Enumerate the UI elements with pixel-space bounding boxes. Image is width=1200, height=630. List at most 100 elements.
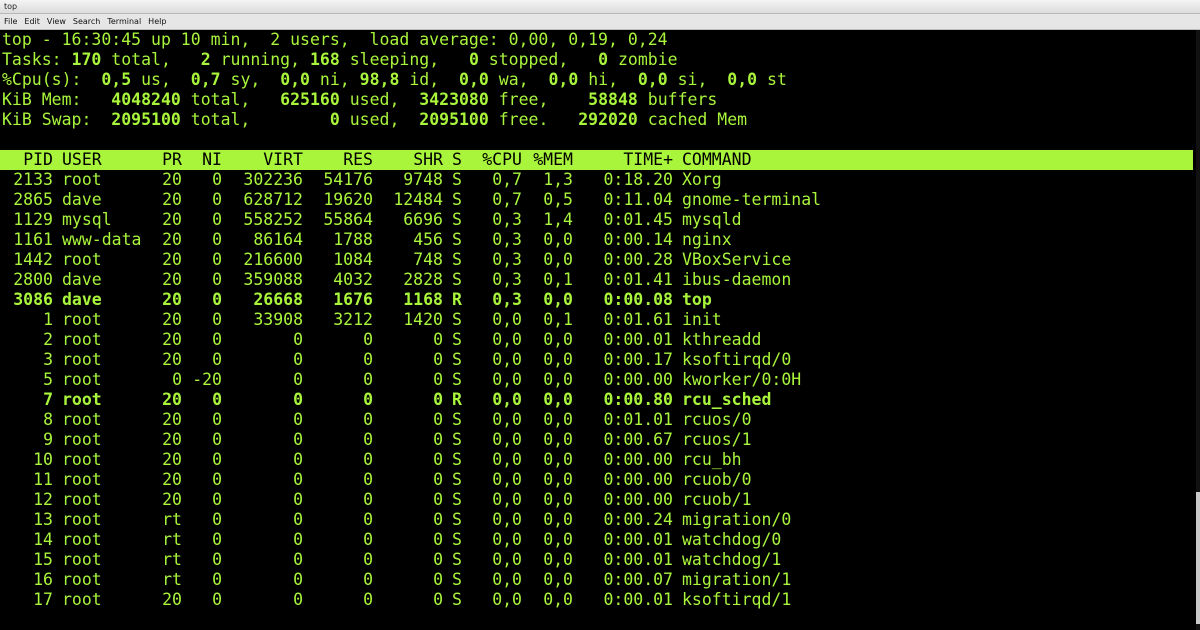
cell-pid: 5: [43, 370, 53, 389]
table-row: 5 root 0 -20 0 0 0 S 0,0 0,0 0:00.00 kworker/0:0H: [0, 370, 1193, 390]
table-row: 17 root 20 0 0 0 0 S 0,0 0,0 0:00.01 ksoftirqd/1: [0, 590, 1193, 610]
cell-cpu: 0,0: [492, 450, 522, 469]
cell-ni: 0: [212, 490, 222, 509]
cell-pid: 17: [33, 590, 53, 609]
cell-cpu: 0,0: [492, 390, 522, 409]
cell-user: root: [62, 370, 102, 389]
cell-time: 0:00.01: [603, 530, 673, 549]
cell-s: S: [452, 350, 462, 369]
cell-s: S: [452, 330, 462, 349]
cell-res: 3212: [333, 310, 373, 329]
summary-segment: 168: [309, 50, 340, 69]
cell-pr: 20: [162, 490, 182, 509]
summary-segment: 4048240: [111, 90, 181, 109]
cell-s: S: [452, 270, 462, 289]
window-title: top: [4, 2, 18, 11]
cell-res: 0: [363, 330, 373, 349]
column-header-virt: VIRT: [263, 150, 303, 169]
summary-segment: 0,0: [727, 70, 758, 89]
summary-segment: buffers: [637, 90, 718, 109]
menu-item-view[interactable]: View: [47, 17, 66, 26]
cell-time: 0:00.24: [603, 510, 673, 529]
cell-ni: 0: [212, 430, 222, 449]
cell-command: mysqld: [682, 210, 742, 229]
table-row: 16 root rt 0 0 0 0 S 0,0 0,0 0:00.07 migration/1: [0, 570, 1193, 590]
summary-segment: sy,: [220, 70, 281, 89]
menu-item-help[interactable]: Help: [148, 17, 166, 26]
cell-time: 0:00.00: [603, 470, 673, 489]
menu-item-file[interactable]: File: [4, 17, 17, 26]
cell-pr: 20: [162, 190, 182, 209]
table-row: 2800 dave 20 0 359088 4032 2828 S 0,3 0,1 0:01.41 i…: [0, 270, 1193, 290]
cell-cpu: 0,0: [492, 530, 522, 549]
summary-segment: 0,0: [459, 70, 489, 89]
menu-item-search[interactable]: Search: [73, 17, 100, 26]
cell-pid: 12: [33, 490, 53, 509]
cell-user: root: [62, 410, 102, 429]
cell-time: 0:00.80: [603, 390, 673, 409]
cell-ni: 0: [212, 330, 222, 349]
cell-time: 0:00.01: [603, 330, 673, 349]
cell-pid: 1: [43, 310, 53, 329]
cell-pr: 0: [172, 370, 182, 389]
column-header-s: S: [452, 150, 462, 169]
cell-res: 0: [363, 410, 373, 429]
summary-segment: 170: [71, 50, 102, 69]
cell-s: R: [452, 290, 462, 309]
cell-user: root: [62, 250, 102, 269]
cell-cpu: 0,3: [492, 290, 522, 309]
cell-command: rcu_bh: [682, 450, 742, 469]
cell-shr: 0: [433, 530, 443, 549]
cell-pid: 2133: [13, 170, 53, 189]
cell-res: 0: [363, 370, 373, 389]
cell-time: 0:00.01: [603, 550, 673, 569]
cell-virt: 0: [293, 510, 303, 529]
cell-pr: rt: [162, 510, 182, 529]
table-row: 3 root 20 0 0 0 0 S 0,0 0,0 0:00.17 ksoftirqd/0: [0, 350, 1193, 370]
table-row: 2 root 20 0 0 0 0 S 0,0 0,0 0:00.01 kthreadd: [0, 330, 1193, 350]
scrollbar-thumb[interactable]: [1196, 492, 1200, 624]
cell-pr: 20: [162, 290, 182, 309]
cell-command: VBoxService: [682, 250, 792, 269]
cell-virt: 0: [293, 470, 303, 489]
cell-s: S: [452, 570, 462, 589]
cell-pid: 13: [33, 510, 53, 529]
cell-pr: 20: [162, 390, 182, 409]
cell-res: 0: [363, 570, 373, 589]
cell-mem: 0,0: [543, 590, 573, 609]
summary-segment: 0: [329, 110, 340, 129]
cell-command: rcu_sched: [682, 390, 772, 409]
menu-item-terminal[interactable]: Terminal: [107, 17, 141, 26]
terminal-view[interactable]: top - 16:30:45 up 10 min, 2 users, load …: [0, 30, 1196, 630]
cell-mem: 0,0: [543, 350, 573, 369]
cell-command: ksoftirqd/1: [682, 590, 792, 609]
cell-command: kworker/0:0H: [682, 370, 802, 389]
window-titlebar[interactable]: top: [0, 0, 1200, 14]
cell-mem: 0,0: [543, 330, 573, 349]
summary-segment: free,: [488, 90, 589, 109]
cell-shr: 6696: [403, 210, 443, 229]
table-row: 10 root 20 0 0 0 0 S 0,0 0,0 0:00.00 rcu_bh: [0, 450, 1193, 470]
cell-pid: 2865: [13, 190, 53, 209]
cell-ni: 0: [212, 290, 222, 309]
menu-item-edit[interactable]: Edit: [24, 17, 40, 26]
cell-virt: 0: [293, 570, 303, 589]
cell-user: dave: [62, 290, 102, 309]
summary-segment: 0: [598, 50, 609, 69]
cell-command: ibus-daemon: [682, 270, 792, 289]
cell-res: 0: [363, 490, 373, 509]
table-row: 7 root 20 0 0 0 0 R 0,0 0,0 0:00.80 rcu_sched: [0, 390, 1193, 410]
summary-segment: us,: [131, 70, 191, 89]
terminal-scrollbar[interactable]: [1196, 30, 1200, 630]
summary-segment: 625160: [280, 90, 340, 109]
cell-s: S: [452, 410, 462, 429]
cell-cpu: 0,0: [492, 430, 522, 449]
cell-s: S: [452, 470, 462, 489]
cell-shr: 1168: [403, 290, 443, 309]
table-row: 2865 dave 20 0 628712 19620 12484 S 0,7 0,5 0:11.0…: [0, 190, 1193, 210]
summary-segment: 0,0: [637, 70, 668, 89]
cell-time: 0:00.28: [603, 250, 673, 269]
summary-segment: 2095100: [111, 110, 181, 129]
cell-mem: 0,0: [543, 490, 573, 509]
summary-segment: id,: [399, 70, 460, 89]
